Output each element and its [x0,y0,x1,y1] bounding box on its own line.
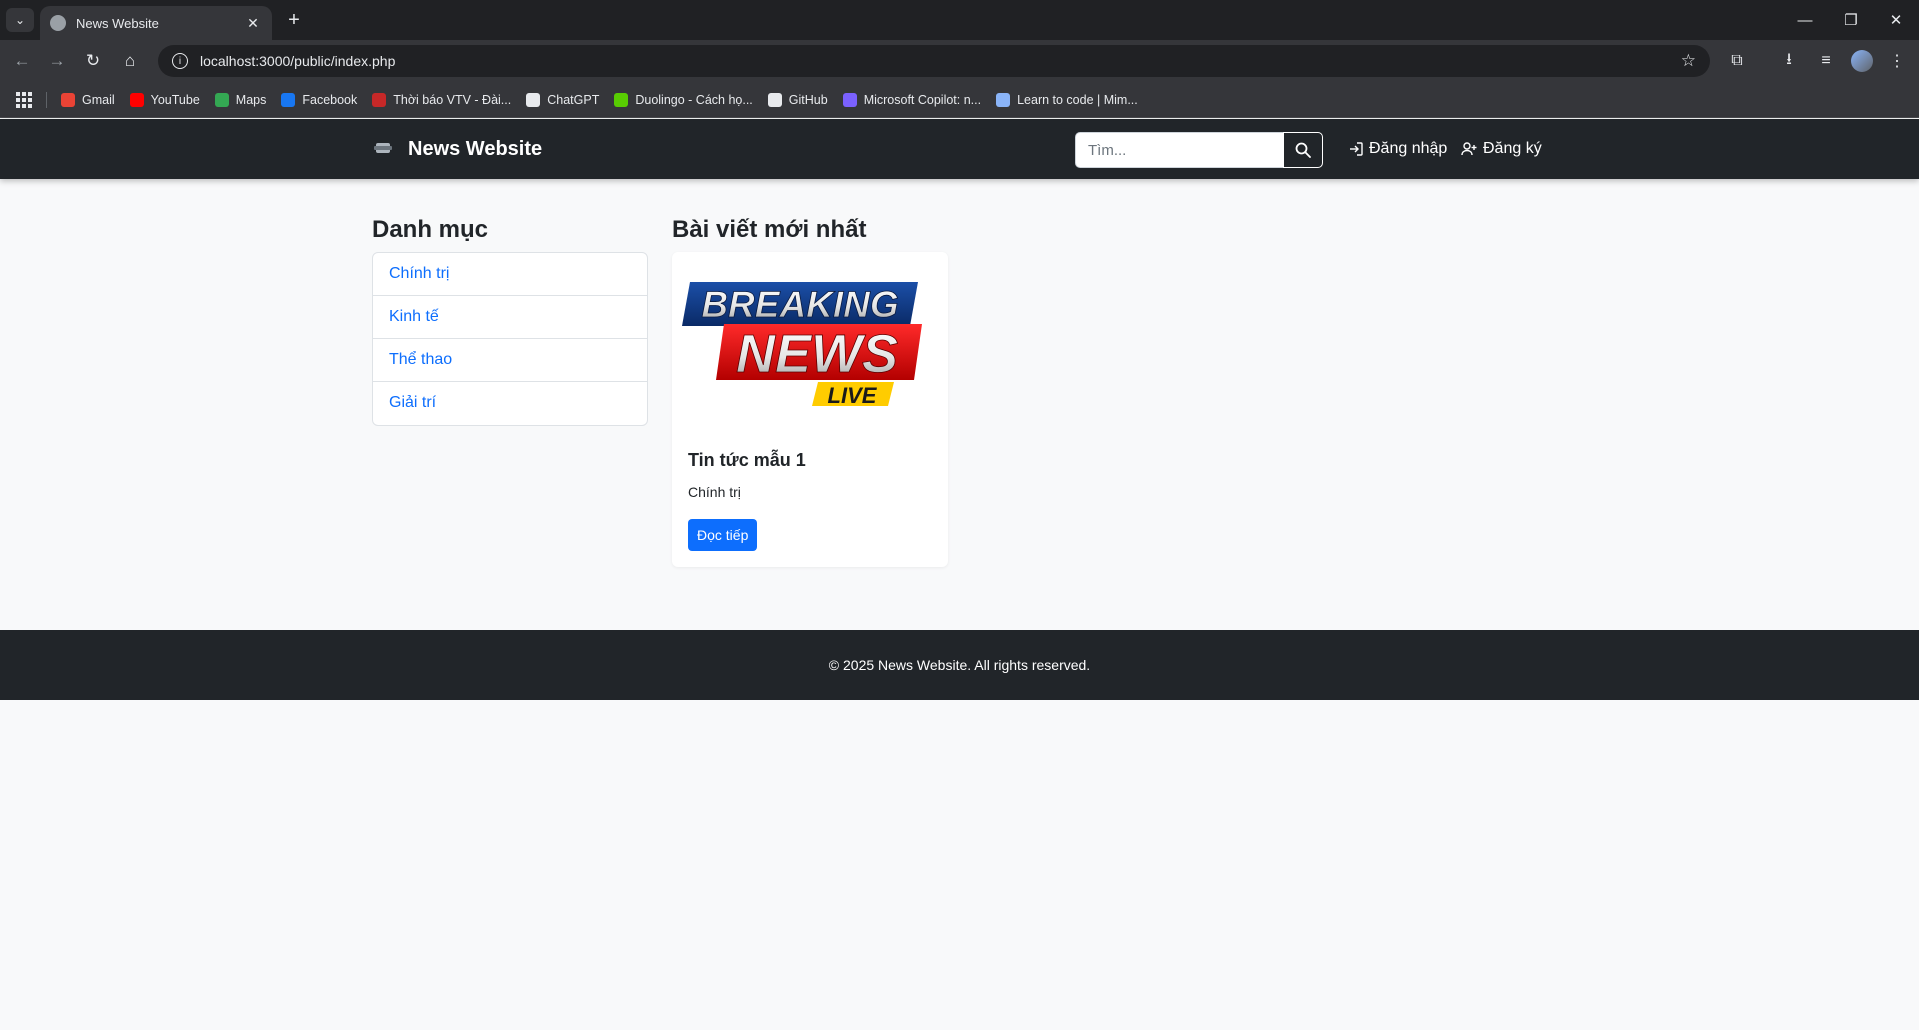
bookmark-label: GitHub [788,92,828,107]
bookmark-label: Maps [235,92,267,107]
post-title: Tin tức mẫu 1 [688,450,806,470]
category-item-kinh-te[interactable]: Kinh tế [373,296,647,339]
mimo-icon [996,92,1011,107]
search-icon [1295,142,1311,158]
brand-name: News Website [408,137,543,160]
post-card: BREAKING NEWS LIVE Tin tức mẫu 1 Chính t… [672,252,948,567]
site-navbar: News Website Đăng nhập Đăng ký [0,119,1919,179]
home-button[interactable]: ⌂ [116,47,144,75]
globe-icon [50,15,66,31]
newspaper-icon [374,139,392,160]
bookmark-label: Gmail [82,92,115,107]
maps-icon [214,92,229,107]
forward-button[interactable]: → [43,47,71,75]
search-button[interactable] [1283,132,1323,168]
close-tab-icon[interactable]: ✕ [244,14,262,32]
address-bar[interactable]: i localhost:3000/public/index.php ☆ [158,45,1710,77]
bookmark-item[interactable]: Maps [214,92,267,107]
facebook-icon [281,92,296,107]
media-controls-icon[interactable]: ≡ [1813,48,1839,74]
vtv-icon [372,92,387,107]
categories-heading: Danh mục [372,216,489,243]
brand-link[interactable]: News Website [374,119,542,179]
bookmark-label: Duolingo - Cách họ... [635,92,753,107]
bookmark-label: Learn to code | Mim... [1017,92,1138,107]
bookmark-item[interactable]: Thời báo VTV - Đài... [372,92,512,107]
post-category: Chính trị [688,484,741,500]
image-text-news: NEWS [736,324,898,384]
bookmark-label: ChatGPT [547,92,600,107]
register-label: Đăng ký [1483,140,1542,157]
footer-copyright: © 2025 News Website. All rights reserved… [828,657,1091,673]
browser-tab-strip: ⌄ News Website ✕ + — ❐ ✕ [0,0,1919,40]
category-item-the-thao[interactable]: Thể thao [373,339,647,382]
bookmarks-bar: Gmail YouTube Maps Facebook Thời báo VTV - Đ… [0,82,1919,118]
apps-grid-icon[interactable] [16,91,32,108]
youtube-icon [129,92,144,107]
bookmark-item[interactable]: YouTube [129,92,200,107]
latest-posts-heading: Bài viết mới nhất [672,216,867,243]
copilot-icon [842,92,857,107]
restore-button[interactable]: ❐ [1831,6,1871,34]
bookmark-label: Microsoft Copilot: n... [863,92,982,107]
extensions-icon[interactable]: ⧉ [1724,48,1750,74]
category-item-chinh-tri[interactable]: Chính trị [373,253,647,296]
search-form [1075,132,1323,168]
bookmark-item[interactable]: GitHub [767,92,828,107]
category-list: Chính trị Kinh tế Thể thao Giải trí [372,252,648,426]
bookmark-item[interactable]: Microsoft Copilot: n... [842,92,982,107]
chevron-down-icon: ⌄ [14,13,26,27]
read-more-button[interactable]: Đọc tiếp [688,519,758,551]
gmail-icon [61,92,75,107]
bookmark-star-icon[interactable]: ☆ [1681,51,1696,71]
bookmark-item[interactable]: ChatGPT [526,92,600,107]
login-icon [1350,142,1363,156]
browser-toolbar: ← → ↻ ⌂ i localhost:3000/public/index.ph… [0,40,1919,82]
minimize-button[interactable]: — [1785,6,1825,34]
site-footer: © 2025 News Website. All rights reserved… [0,630,1919,700]
menu-icon[interactable]: ⋮ [1884,48,1910,74]
image-text-breaking: BREAKING [701,284,898,325]
bookmark-item[interactable]: Gmail [61,92,115,107]
site-info-icon[interactable]: i [172,53,188,69]
profile-avatar[interactable] [1851,50,1873,72]
register-link[interactable]: Đăng ký [1461,119,1542,179]
bookmarks-divider [46,91,47,108]
close-window-button[interactable]: ✕ [1876,6,1916,34]
downloads-icon[interactable]: ⭳ [1776,48,1802,74]
bookmark-label: YouTube [150,92,200,107]
bookmark-label: Thời báo VTV - Đài... [393,92,512,107]
duolingo-icon [614,92,629,107]
category-item-giai-tri[interactable]: Giải trí [373,382,647,425]
bookmark-item[interactable]: Learn to code | Mim... [996,92,1138,107]
image-text-live: LIVE [828,383,878,408]
login-link[interactable]: Đăng nhập [1348,119,1447,179]
login-label: Đăng nhập [1369,140,1448,157]
back-button[interactable]: ← [8,47,36,75]
tab-title: News Website [76,15,159,31]
bookmark-item[interactable]: Facebook [281,92,358,107]
add-user-icon [1461,142,1477,156]
breaking-news-image[interactable]: BREAKING NEWS LIVE [678,282,922,418]
search-input[interactable] [1075,132,1283,168]
tab-search-button[interactable]: ⌄ [6,8,34,32]
github-icon [767,92,782,107]
reload-button[interactable]: ↻ [79,47,107,75]
chatgpt-icon [526,92,541,107]
browser-tab[interactable]: News Website ✕ [40,6,272,40]
url-text: localhost:3000/public/index.php [200,53,396,69]
new-tab-button[interactable]: + [282,8,306,32]
bookmark-item[interactable]: Duolingo - Cách họ... [614,92,753,107]
bookmark-label: Facebook [302,92,358,107]
